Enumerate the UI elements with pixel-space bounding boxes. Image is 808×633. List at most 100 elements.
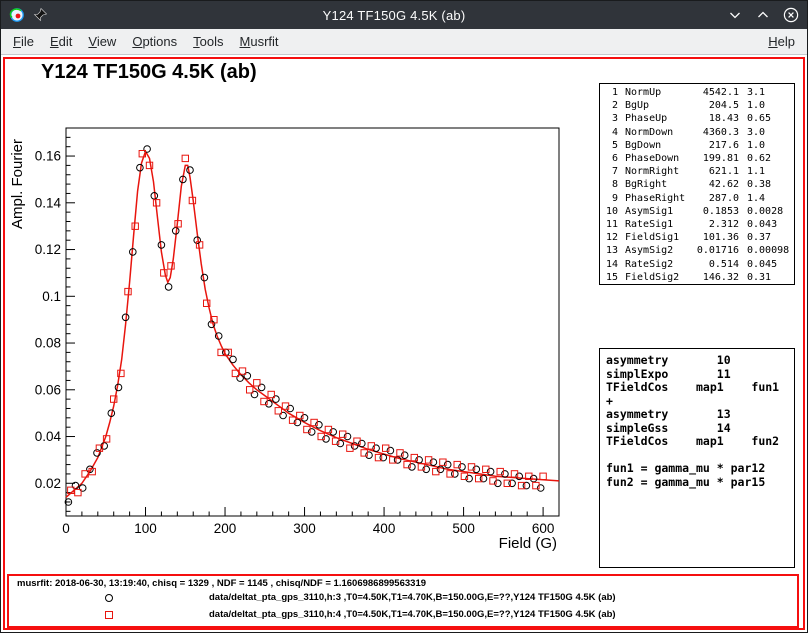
window-title: Y124 TF150G 4.5K (ab) <box>69 8 719 23</box>
parameter-perr: 0.62 <box>747 152 791 165</box>
parameter-pn: 4 <box>603 126 618 139</box>
parameter-row: 11RateSig12.3120.043 <box>603 218 791 231</box>
pin-icon[interactable] <box>32 7 48 23</box>
theory-block: asymmetry 10simplExpo 11TFieldCos map1 f… <box>606 354 788 489</box>
parameter-perr: 0.00098 <box>747 244 791 257</box>
data-point-circle <box>495 480 502 487</box>
parameter-row: 3PhaseUp18.430.65 <box>603 112 791 125</box>
parameter-row: 9PhaseRight287.01.4 <box>603 192 791 205</box>
data-point-circle <box>444 461 451 468</box>
menu-view[interactable]: View <box>80 30 124 53</box>
parameter-row: 14RateSig20.5140.045 <box>603 258 791 271</box>
data-point-circle <box>258 384 265 391</box>
menu-options[interactable]: Options <box>124 30 185 53</box>
legend-marker-circle <box>105 594 113 602</box>
y-tick-label: 0.04 <box>35 429 62 444</box>
theory-line: simpleGss 14 <box>606 422 788 436</box>
parameter-pn: 3 <box>603 112 618 125</box>
data-point-circle <box>473 466 480 473</box>
legend-marker-square <box>105 611 113 619</box>
parameter-pn: 15 <box>603 271 618 284</box>
data-point-circle <box>466 475 473 482</box>
data-point-square <box>540 473 546 479</box>
y-tick-label: 0.02 <box>35 476 61 491</box>
parameter-pval: 199.81 <box>687 152 739 165</box>
parameter-perr: 1.1 <box>747 165 791 178</box>
data-point-circle <box>144 146 151 153</box>
parameter-pn: 7 <box>603 165 618 178</box>
y-tick-label: 0.12 <box>35 242 61 257</box>
data-point-circle <box>459 464 466 471</box>
parameter-pname: AsymSig1 <box>625 205 687 218</box>
data-point-circle <box>187 167 194 174</box>
data-point-circle <box>287 405 294 412</box>
app-icon <box>9 7 25 23</box>
parameter-perr: 0.045 <box>747 258 791 271</box>
theory-line: + <box>606 395 788 409</box>
legend-entries: data/deltat_pta_gps_3110,h:3 ,T0=4.50K,T… <box>9 590 797 624</box>
parameter-pval: 146.32 <box>687 271 739 284</box>
parameter-row: 4NormDown4360.33.0 <box>603 126 791 139</box>
data-point-circle <box>359 440 366 447</box>
root-canvas[interactable]: Y124 TF150G 4.5K (ab) Ampl. Fourier Fiel… <box>3 57 805 630</box>
x-tick-label: 100 <box>134 521 157 536</box>
parameter-perr: 0.65 <box>747 112 791 125</box>
data-point-circle <box>487 468 494 475</box>
app-window: Y124 TF150G 4.5K (ab) FileEditViewOption… <box>0 0 808 633</box>
theory-line: simplExpo 11 <box>606 368 788 382</box>
theory-line: fun1 = gamma_mu * par12 <box>606 462 788 476</box>
titlebar-icons <box>9 7 69 23</box>
y-tick-label: 0.1 <box>42 289 61 304</box>
data-point-circle <box>294 419 301 426</box>
data-point-circle <box>266 401 273 408</box>
data-point-circle <box>330 429 337 436</box>
menu-musrfit[interactable]: Musrfit <box>232 30 287 53</box>
data-point-circle <box>430 459 437 466</box>
fit-line <box>66 151 559 497</box>
data-point-circle <box>387 447 394 454</box>
parameter-pval: 0.514 <box>687 258 739 271</box>
plot-svg[interactable]: Ampl. Fourier Field (G) 0100200300400500… <box>5 59 601 571</box>
x-tick-label: 600 <box>532 521 555 536</box>
x-tick-label: 300 <box>293 521 316 536</box>
data-point-circle <box>401 452 408 459</box>
parameter-pn: 6 <box>603 152 618 165</box>
menu-edit[interactable]: Edit <box>42 30 80 53</box>
x-tick-label: 500 <box>452 521 475 536</box>
parameter-pname: FieldSig1 <box>625 231 687 244</box>
menubar-left: FileEditViewOptionsToolsMusrfit <box>5 30 287 53</box>
parameter-perr: 0.37 <box>747 231 791 244</box>
parameter-pval: 2.312 <box>687 218 739 231</box>
theory-line: asymmetry 13 <box>606 408 788 422</box>
close-button[interactable] <box>783 7 799 23</box>
maximize-button[interactable] <box>755 7 771 23</box>
minimize-button[interactable] <box>727 7 743 23</box>
parameter-pval: 4360.3 <box>687 126 739 139</box>
legend-entry: data/deltat_pta_gps_3110,h:4 ,T0=4.50K,T… <box>9 607 797 624</box>
data-point-circle <box>323 436 330 443</box>
parameter-pval: 4542.1 <box>687 86 739 99</box>
menu-tools[interactable]: Tools <box>185 30 231 53</box>
y-axis-label: Ampl. Fourier <box>9 139 26 229</box>
parameter-pval: 0.01716 <box>687 244 739 257</box>
parameter-pname: NormRight <box>625 165 687 178</box>
data-point-circle <box>537 485 544 492</box>
parameter-pn: 2 <box>603 99 618 112</box>
data-point-circle <box>72 482 79 489</box>
y-tick-label: 0.14 <box>35 195 62 210</box>
titlebar[interactable]: Y124 TF150G 4.5K (ab) <box>1 1 807 29</box>
data-point-circle <box>237 375 244 382</box>
parameter-pname: AsymSig2 <box>625 244 687 257</box>
parameter-pname: BgUp <box>625 99 687 112</box>
parameter-perr: 1.0 <box>747 99 791 112</box>
window-controls <box>719 7 799 23</box>
menu-help[interactable]: Help <box>760 30 803 53</box>
data-point-circle <box>344 433 351 440</box>
parameter-pname: BgDown <box>625 139 687 152</box>
parameter-pname: PhaseRight <box>625 192 687 205</box>
data-point-circle <box>480 475 487 482</box>
parameter-row: 10AsymSig10.18530.0028 <box>603 205 791 218</box>
menu-file[interactable]: File <box>5 30 42 53</box>
x-tick-label: 400 <box>373 521 396 536</box>
data-point-circle <box>373 445 380 452</box>
